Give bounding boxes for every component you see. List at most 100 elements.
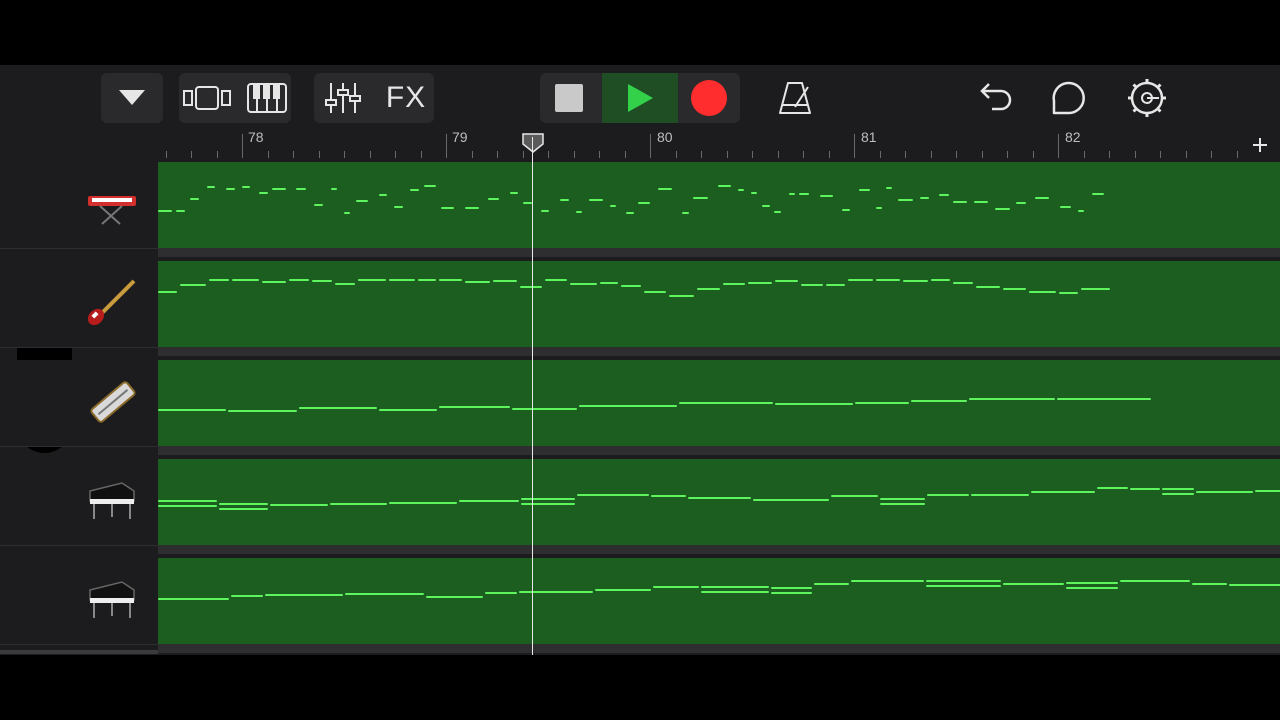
beat-tick [803, 151, 804, 158]
stop-icon [555, 84, 583, 112]
track-header[interactable] [0, 261, 158, 348]
gear-icon [1128, 79, 1166, 117]
midi-note [289, 279, 309, 281]
midi-note [1162, 488, 1194, 490]
track-header[interactable] [0, 459, 158, 546]
bottom-divider [0, 650, 158, 654]
track-header[interactable] [0, 162, 158, 249]
settings-button[interactable] [1122, 73, 1172, 123]
playhead-line [532, 137, 533, 655]
midi-note [1029, 291, 1056, 293]
midi-note [814, 583, 849, 585]
midi-note [331, 188, 337, 190]
loop-button[interactable] [1044, 73, 1094, 123]
fx-button[interactable]: FX [382, 73, 430, 123]
midi-note [231, 595, 263, 597]
midi-note [953, 282, 973, 284]
track-header[interactable] [0, 558, 158, 645]
midi-region[interactable] [158, 459, 1280, 545]
bar-number: 78 [248, 129, 264, 145]
track-header[interactable] [0, 360, 158, 447]
midi-note [1060, 206, 1071, 208]
beat-tick [420, 151, 422, 158]
beat-tick [471, 151, 473, 158]
midi-note [679, 402, 773, 404]
timeline-ruler[interactable]: 78 79 80 81 82 [158, 129, 1280, 160]
beat-tick [293, 151, 294, 158]
midi-note [510, 192, 518, 194]
midi-note [259, 192, 268, 194]
midi-note [270, 504, 328, 506]
midi-note [272, 188, 286, 190]
midi-region[interactable] [158, 261, 1280, 347]
midi-note [265, 594, 343, 596]
track-separator [158, 644, 1280, 653]
midi-note [1031, 491, 1095, 493]
midi-note [774, 211, 781, 213]
undo-button[interactable] [966, 73, 1016, 123]
midi-note [898, 199, 913, 201]
midi-note [995, 208, 1010, 210]
track-separator [158, 347, 1280, 356]
tracks-view-icon[interactable] [179, 73, 235, 123]
stop-button[interactable] [540, 73, 602, 123]
midi-region[interactable] [158, 558, 1280, 644]
midi-note [701, 586, 769, 588]
record-button[interactable] [678, 73, 740, 123]
beat-tick [1211, 151, 1212, 158]
play-button[interactable] [602, 73, 678, 123]
midi-note [920, 197, 929, 199]
midi-note [356, 200, 368, 202]
mixer-sliders-icon[interactable] [320, 73, 366, 123]
midi-note [344, 212, 350, 214]
triangle-down-icon [119, 90, 145, 105]
midi-note [158, 409, 226, 411]
beat-tick [318, 151, 320, 158]
midi-note [701, 591, 769, 593]
beat-tick [497, 151, 498, 158]
midi-note [697, 288, 720, 290]
midi-note [1255, 490, 1280, 492]
midi-note [493, 280, 517, 282]
midi-note [459, 500, 519, 502]
midi-region[interactable] [158, 360, 1280, 446]
beat-tick [981, 151, 983, 158]
midi-note [927, 494, 969, 496]
beat-tick [1032, 151, 1034, 158]
midi-note [693, 197, 708, 199]
menu-button[interactable] [101, 73, 163, 123]
midi-note [953, 201, 967, 203]
add-section-button[interactable] [1248, 133, 1272, 157]
midi-note [762, 205, 770, 207]
midi-note [971, 494, 1029, 496]
midi-note [626, 212, 634, 214]
bar-tick [242, 134, 243, 158]
beat-tick [624, 151, 626, 158]
midi-note [541, 210, 549, 212]
midi-note [651, 495, 686, 497]
midi-note [848, 279, 873, 281]
midi-note [519, 591, 593, 593]
bar-tick [854, 134, 855, 158]
midi-note [789, 193, 795, 195]
midi-note [880, 498, 925, 500]
beat-tick [216, 151, 218, 158]
midi-note [926, 585, 1001, 587]
grand-piano-icon [89, 482, 135, 519]
midi-note [1229, 584, 1280, 586]
beat-tick [956, 151, 957, 158]
midi-region[interactable] [158, 162, 1280, 248]
midi-note [560, 199, 569, 201]
midi-note [1003, 583, 1064, 585]
loop-icon [1052, 81, 1085, 115]
playhead-handle[interactable] [520, 133, 546, 153]
record-icon [691, 80, 727, 116]
metronome-button[interactable] [770, 73, 820, 123]
bar-tick [650, 134, 651, 158]
midi-note [1059, 292, 1078, 294]
track-separator [158, 446, 1280, 455]
midi-note [207, 186, 215, 188]
midi-note [880, 503, 925, 505]
beat-tick [1007, 151, 1008, 158]
piano-keys-icon[interactable] [245, 73, 289, 123]
